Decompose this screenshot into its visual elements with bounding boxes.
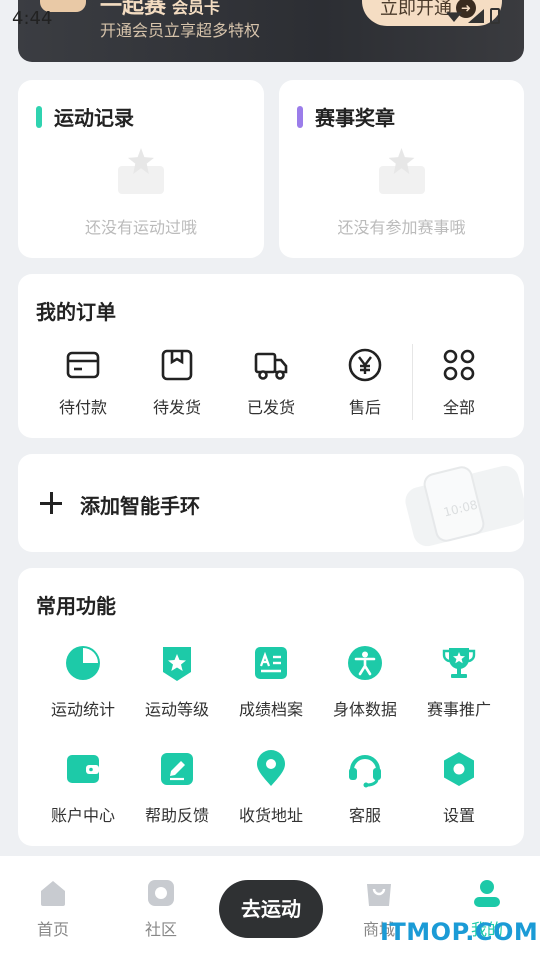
signal-icon [468, 9, 484, 23]
function-label: 赛事推广 [426, 700, 491, 719]
function-label: 收货地址 [238, 806, 303, 825]
person-circle-icon [346, 644, 384, 682]
function-label: 账户中心 [50, 806, 115, 825]
order-all[interactable]: 全部 [412, 348, 506, 418]
order-shipped[interactable]: 已发货 [224, 348, 318, 418]
shopping-bag-icon [364, 878, 394, 908]
empty-box-icon [377, 146, 427, 194]
medals-title-text: 赛事奖章 [315, 106, 395, 130]
function-label: 运动等级 [144, 700, 209, 719]
function-sport-stats[interactable]: 运动统计 [36, 644, 130, 720]
wallet-card-icon [66, 348, 100, 382]
function-label: 运动统计 [50, 700, 115, 719]
order-label: 全部 [442, 398, 475, 417]
medals-empty-text: 还没有参加赛事哦 [337, 218, 466, 237]
plus-icon [40, 492, 62, 514]
accent-bar [36, 105, 42, 128]
nav-label: 首页 [36, 920, 69, 939]
status-time: 4:44 [12, 8, 53, 29]
medals-card[interactable]: 赛事奖章 还没有参加赛事哦 [279, 80, 524, 258]
yen-circle-icon [348, 348, 382, 382]
hexagon-settings-icon [440, 750, 478, 788]
orders-card: 我的订单 待付款 待发货 已发货 售后 全部 [18, 274, 524, 438]
home-icon [38, 878, 68, 908]
accent-bar [297, 105, 303, 128]
edit-icon [158, 750, 196, 788]
nav-home[interactable]: 首页 [8, 878, 98, 940]
community-icon [146, 878, 176, 908]
document-icon [252, 644, 290, 682]
status-icons [446, 8, 500, 24]
headset-icon [346, 750, 384, 788]
banner-subtitle: 开通会员立享超多特权 [100, 21, 261, 40]
order-label: 售后 [348, 398, 381, 417]
pie-chart-icon [64, 644, 102, 682]
medals-title: 赛事奖章 [297, 102, 395, 131]
membership-banner-area: 一起赛 会员卡 开通会员立享超多特权 立即开通 ➜ 4:44 [0, 0, 540, 62]
function-customer-service[interactable]: 客服 [318, 750, 412, 826]
function-label: 成绩档案 [238, 700, 303, 719]
function-label: 帮助反馈 [144, 806, 209, 825]
battery-icon [490, 8, 500, 24]
function-body-data[interactable]: 身体数据 [318, 644, 412, 720]
order-pending-payment[interactable]: 待付款 [36, 348, 130, 418]
trophy-icon [440, 644, 478, 682]
function-label: 设置 [442, 806, 475, 825]
function-label: 客服 [348, 806, 381, 825]
watermark: ITMOP.COM [380, 918, 539, 946]
smart-band-icon: 10:08 [405, 465, 524, 547]
functions-title: 常用功能 [36, 594, 116, 618]
sport-record-title-text: 运动记录 [54, 106, 134, 130]
order-pending-shipment[interactable]: 待发货 [130, 348, 224, 418]
sport-record-title: 运动记录 [36, 102, 134, 131]
profile-icon [472, 878, 502, 908]
function-shipping-address[interactable]: 收货地址 [224, 750, 318, 826]
function-score-archive[interactable]: 成绩档案 [224, 644, 318, 720]
function-account-center[interactable]: 账户中心 [36, 750, 130, 826]
package-box-icon [160, 348, 194, 382]
empty-box-icon [116, 146, 166, 194]
star-shield-icon [158, 644, 196, 682]
wallet-icon [64, 750, 102, 788]
grid-icon [442, 348, 476, 382]
delivery-truck-icon [254, 348, 288, 382]
orders-title: 我的订单 [36, 300, 116, 324]
go-exercise-button[interactable]: 去运动 [219, 880, 323, 938]
sport-record-empty-text: 还没有运动过哦 [84, 218, 197, 237]
function-label: 身体数据 [332, 700, 397, 719]
order-label: 待付款 [58, 398, 107, 417]
nav-label: 社区 [144, 920, 177, 939]
function-event-promotion[interactable]: 赛事推广 [412, 644, 506, 720]
sport-record-card[interactable]: 运动记录 还没有运动过哦 [18, 80, 264, 258]
common-functions-card: 常用功能 运动统计 运动等级 成绩档案 身体数据 赛事推广 账户中心 帮助反馈 … [18, 568, 524, 846]
order-label: 待发货 [152, 398, 201, 417]
nav-community[interactable]: 社区 [116, 878, 206, 940]
function-help-feedback[interactable]: 帮助反馈 [130, 750, 224, 826]
location-pin-icon [252, 750, 290, 788]
add-smart-band-label: 添加智能手环 [80, 494, 200, 518]
order-after-sales[interactable]: 售后 [318, 348, 412, 418]
function-settings[interactable]: 设置 [412, 750, 506, 826]
order-label: 已发货 [246, 398, 295, 417]
add-smart-band-card[interactable]: 添加智能手环 10:08 [18, 454, 524, 552]
wifi-icon [446, 12, 462, 22]
function-sport-level[interactable]: 运动等级 [130, 644, 224, 720]
